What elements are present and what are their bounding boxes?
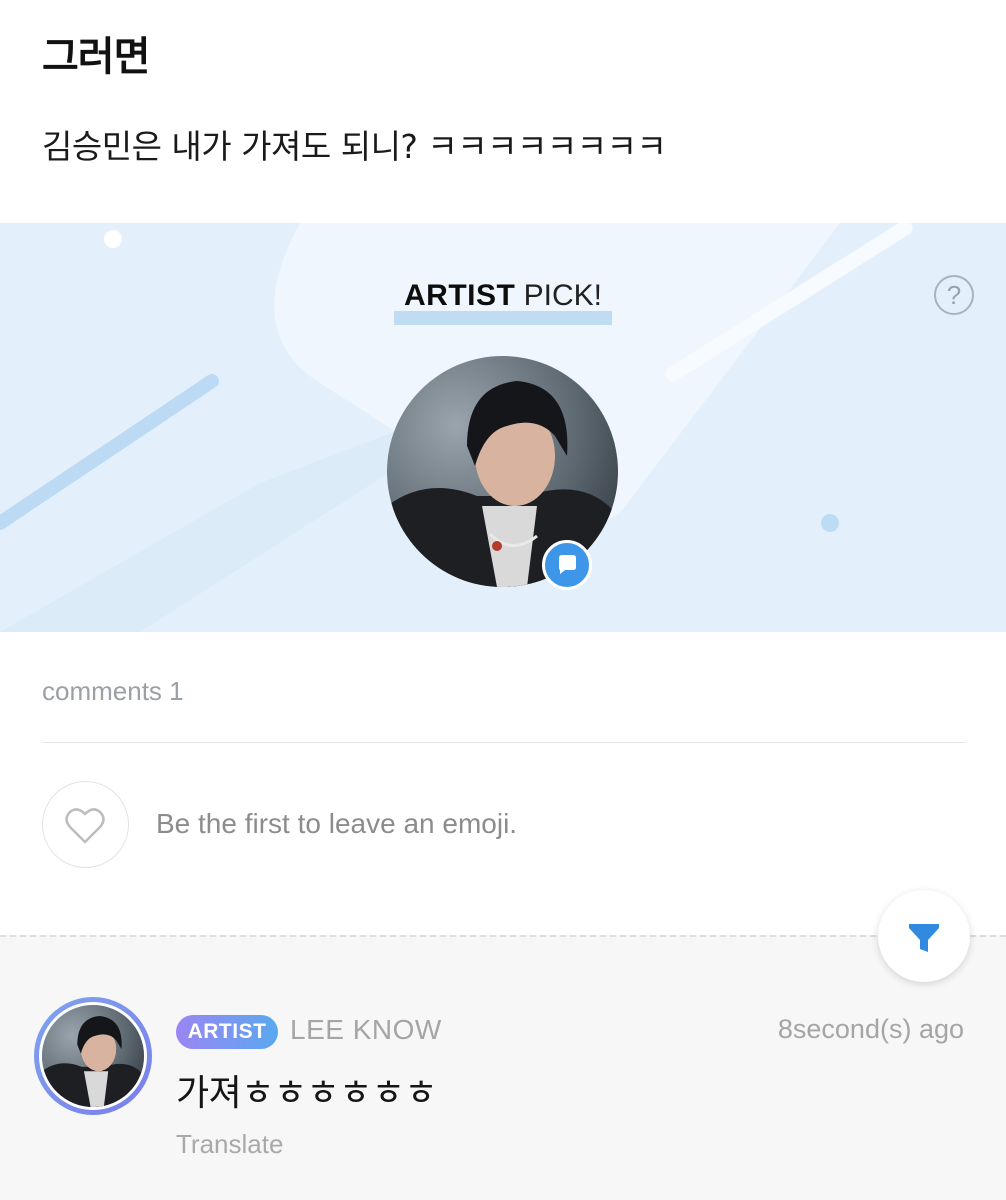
artist-pick-banner: ARTIST PICK! ? (0, 223, 1006, 632)
post-body: 김승민은 내가 가져도 되니? ㅋㅋㅋㅋㅋㅋㅋㅋ (42, 127, 667, 166)
emoji-prompt: Be the first to leave an emoji. (156, 808, 518, 839)
comment-list (0, 935, 1006, 1200)
translate-link[interactable]: Translate (176, 1129, 283, 1160)
artist-badge: ARTIST (176, 1015, 278, 1049)
help-button[interactable]: ? (934, 275, 974, 315)
artist-pick-strong: ARTIST (403, 279, 516, 312)
chat-bubble-icon (542, 540, 592, 590)
artist-pick-light: PICK! (523, 279, 603, 312)
avatar[interactable] (34, 997, 152, 1115)
comment-timestamp: 8second(s) ago (777, 1014, 964, 1044)
emoji-react-button[interactable] (42, 781, 129, 868)
divider (42, 742, 966, 743)
comments-count: comments 1 (42, 676, 184, 706)
comment-text: 가져ㅎㅎㅎㅎㅎㅎ (176, 1073, 437, 1114)
comment-author[interactable]: LEE KNOW (290, 1014, 442, 1046)
filter-button[interactable] (878, 890, 970, 982)
post-title: 그러면 (42, 34, 150, 80)
artist-pick-title: ARTIST PICK! (0, 279, 1006, 325)
heart-outline-icon (65, 808, 105, 844)
filter-funnel-icon (909, 924, 939, 952)
artist-photo (42, 1005, 144, 1107)
